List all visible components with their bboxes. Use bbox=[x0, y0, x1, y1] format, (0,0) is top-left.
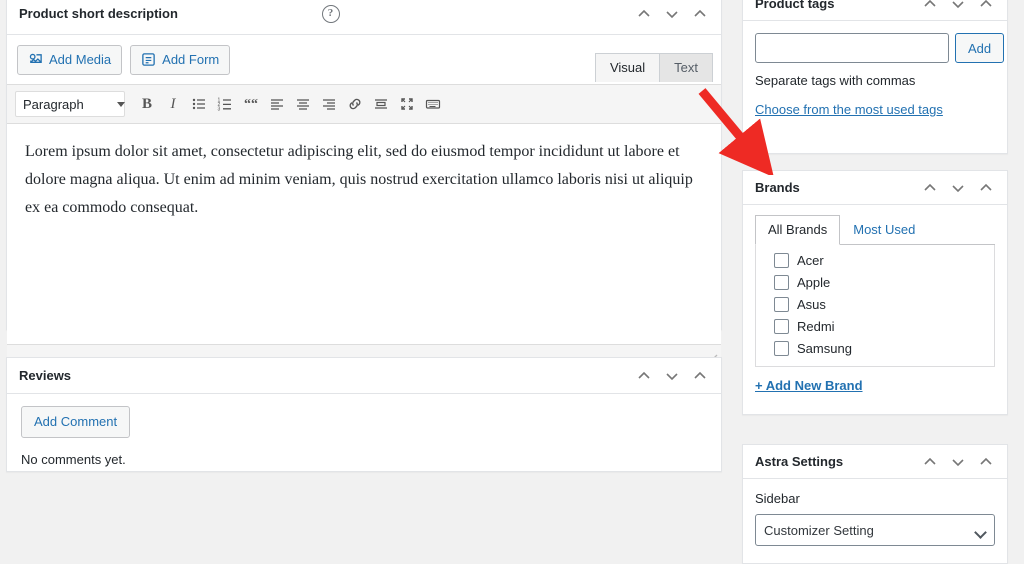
tab-text[interactable]: Text bbox=[659, 53, 713, 83]
align-center-icon[interactable] bbox=[291, 92, 315, 116]
insert-link-icon[interactable] bbox=[343, 92, 367, 116]
numbered-list-icon[interactable]: 123 bbox=[213, 92, 237, 116]
svg-text:3: 3 bbox=[218, 106, 221, 112]
move-up-icon[interactable] bbox=[921, 453, 939, 471]
product-tags-header: Product tags bbox=[743, 0, 1007, 21]
blockquote-icon[interactable]: ““ bbox=[239, 92, 263, 116]
insert-read-more-icon[interactable] bbox=[369, 92, 393, 116]
editor-paragraph: Lorem ipsum dolor sit amet, consectetur … bbox=[25, 143, 693, 217]
add-comment-button[interactable]: Add Comment bbox=[21, 406, 131, 439]
list-item[interactable]: Redmi bbox=[774, 319, 984, 334]
sidebar-select-wrapper: Customizer Setting bbox=[755, 514, 995, 546]
move-up-icon[interactable] bbox=[921, 0, 939, 13]
svg-text:“: “ bbox=[251, 97, 258, 112]
brands-checklist[interactable]: Acer Apple Asus Redmi Samsung bbox=[755, 245, 995, 367]
align-left-icon[interactable] bbox=[265, 92, 289, 116]
move-up-icon[interactable] bbox=[635, 367, 653, 385]
editor-media-row: Add Media Add Form Visual Text bbox=[7, 35, 721, 83]
editor-content-area[interactable]: Lorem ipsum dolor sit amet, consectetur … bbox=[7, 124, 721, 345]
panel-title: Product short description bbox=[19, 6, 178, 21]
no-comments-text: No comments yet. bbox=[21, 452, 126, 468]
svg-text:“: “ bbox=[244, 97, 251, 112]
add-form-label: Add Form bbox=[162, 52, 220, 67]
toolbar-toggle-icon[interactable] bbox=[421, 92, 445, 116]
editor-toolbar: Paragraph B I 123 ““ bbox=[7, 84, 721, 125]
format-select-wrapper: Paragraph bbox=[15, 91, 133, 118]
brand-label: Acer bbox=[797, 253, 824, 268]
brand-label: Apple bbox=[797, 275, 831, 290]
add-form-button[interactable]: Add Form bbox=[130, 45, 231, 76]
product-short-description-header: Product short description ? bbox=[7, 0, 721, 35]
sidebar-field-label: Sidebar bbox=[755, 491, 800, 506]
brand-checkbox[interactable] bbox=[774, 275, 789, 290]
brand-label: Redmi bbox=[797, 319, 835, 334]
product-tags-body: Add Separate tags with commas Choose fro… bbox=[743, 21, 1007, 129]
move-down-icon[interactable] bbox=[949, 453, 967, 471]
add-new-brand-link[interactable]: + Add New Brand bbox=[755, 378, 863, 393]
editor-body: Add Media Add Form Visual Text Paragraph bbox=[7, 35, 721, 368]
add-media-label: Add Media bbox=[49, 52, 112, 67]
brands-title: Brands bbox=[755, 180, 800, 195]
product-tags-panel: Product tags Add Separate tags with comm… bbox=[742, 0, 1008, 154]
brand-checkbox[interactable] bbox=[774, 319, 789, 334]
reviews-title: Reviews bbox=[19, 368, 72, 383]
most-used-tags-link[interactable]: Choose from the most used tags bbox=[755, 102, 943, 117]
brands-panel: Brands All Brands Most Used Acer Apple A… bbox=[742, 170, 1008, 415]
add-tag-button[interactable]: Add bbox=[955, 33, 1005, 63]
paragraph-format-select[interactable]: Paragraph bbox=[15, 91, 125, 118]
form-icon bbox=[141, 52, 156, 69]
media-icon bbox=[28, 52, 43, 69]
bold-icon[interactable]: B bbox=[135, 92, 159, 116]
astra-settings-panel: Astra Settings Sidebar Customizer Settin… bbox=[742, 444, 1008, 564]
bulleted-list-icon[interactable] bbox=[187, 92, 211, 116]
fullscreen-icon[interactable] bbox=[395, 92, 419, 116]
new-tag-input[interactable] bbox=[755, 33, 949, 63]
move-down-icon[interactable] bbox=[663, 5, 681, 23]
sidebar-select[interactable]: Customizer Setting bbox=[755, 514, 995, 546]
brands-header: Brands bbox=[743, 171, 1007, 205]
move-down-icon[interactable] bbox=[949, 179, 967, 197]
brand-label: Asus bbox=[797, 297, 826, 312]
product-short-description-panel: Product short description ? Add Media Ad… bbox=[6, 0, 722, 368]
move-down-icon[interactable] bbox=[949, 0, 967, 13]
admin-page: Product short description ? Add Media Ad… bbox=[0, 0, 1024, 564]
tab-most-used[interactable]: Most Used bbox=[840, 215, 928, 245]
brands-tabbar: All Brands Most Used bbox=[755, 215, 995, 245]
reviews-body: Add Comment No comments yet. bbox=[7, 394, 721, 479]
italic-icon[interactable]: I bbox=[161, 92, 185, 116]
add-media-button[interactable]: Add Media bbox=[17, 45, 123, 76]
editor-mode-tabs: Visual Text bbox=[594, 53, 713, 83]
list-item[interactable]: Samsung bbox=[774, 341, 984, 356]
reviews-header: Reviews bbox=[7, 358, 721, 394]
toggle-panel-icon[interactable] bbox=[691, 367, 709, 385]
astra-settings-header: Astra Settings bbox=[743, 445, 1007, 479]
tag-input-row: Add bbox=[755, 33, 1005, 63]
list-item[interactable]: Acer bbox=[774, 253, 984, 268]
astra-settings-body: Sidebar Customizer Setting bbox=[743, 479, 1007, 558]
reviews-panel: Reviews Add Comment No comments yet. bbox=[6, 357, 722, 472]
tab-visual[interactable]: Visual bbox=[594, 53, 661, 83]
list-item[interactable]: Asus bbox=[774, 297, 984, 312]
astra-settings-title: Astra Settings bbox=[755, 454, 844, 469]
brand-checkbox[interactable] bbox=[774, 253, 789, 268]
list-item[interactable]: Apple bbox=[774, 275, 984, 290]
brand-label: Samsung bbox=[797, 341, 852, 356]
tab-all-brands[interactable]: All Brands bbox=[755, 215, 841, 245]
brand-checkbox[interactable] bbox=[774, 341, 789, 356]
align-right-icon[interactable] bbox=[317, 92, 341, 116]
move-down-icon[interactable] bbox=[663, 367, 681, 385]
brands-body: All Brands Most Used Acer Apple Asus Red… bbox=[743, 205, 1007, 405]
tags-hint: Separate tags with commas bbox=[755, 73, 916, 88]
product-tags-title: Product tags bbox=[755, 0, 835, 11]
help-icon[interactable]: ? bbox=[321, 4, 340, 23]
toggle-panel-icon[interactable] bbox=[977, 179, 995, 197]
move-up-icon[interactable] bbox=[921, 179, 939, 197]
toggle-panel-icon[interactable] bbox=[691, 5, 709, 23]
add-comment-label: Add Comment bbox=[34, 414, 118, 429]
brand-checkbox[interactable] bbox=[774, 297, 789, 312]
toggle-panel-icon[interactable] bbox=[977, 0, 995, 13]
toggle-panel-icon[interactable] bbox=[977, 453, 995, 471]
move-up-icon[interactable] bbox=[635, 5, 653, 23]
